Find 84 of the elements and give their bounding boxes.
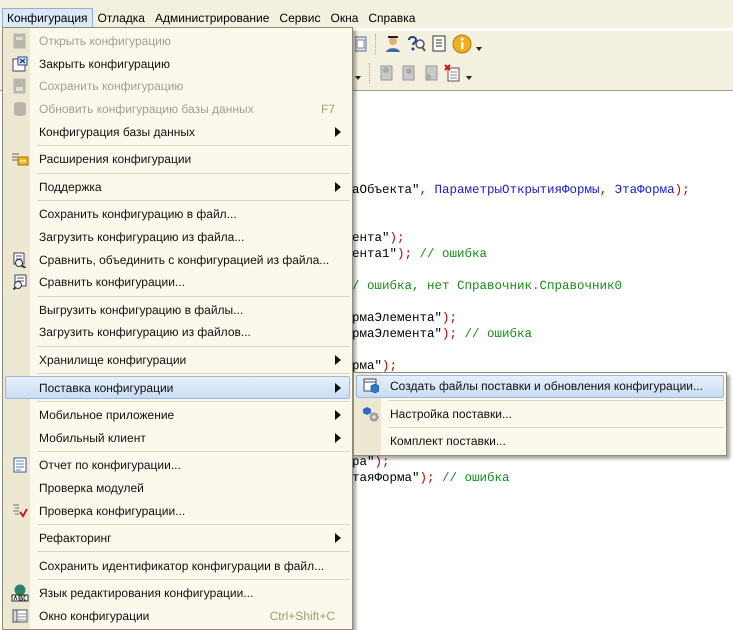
code-token: ента1" <box>352 247 398 261</box>
document-icon <box>12 78 28 94</box>
menu-item[interactable]: Мобильный клиент <box>5 426 350 450</box>
menu-bar-item[interactable]: Окна <box>326 8 364 28</box>
code-token: ); <box>397 247 412 261</box>
report-icon <box>12 457 28 474</box>
menu-item[interactable]: Поставка конфигурации <box>5 376 350 399</box>
menu-item[interactable]: Рефакторинг <box>5 526 350 550</box>
close-window-icon <box>12 56 28 72</box>
document-icon <box>12 33 28 50</box>
compare-files-icon <box>12 252 28 268</box>
code-token: рмаЭлемента" <box>352 311 442 325</box>
globe-abc-icon <box>10 584 28 602</box>
menu-bar-item[interactable]: Сервис <box>274 8 326 28</box>
document-icon[interactable] <box>430 35 448 53</box>
menu-bar-item[interactable]: Справка <box>363 8 420 28</box>
code-token: ЭтаФорма <box>614 183 675 197</box>
code-token: ); <box>674 183 690 197</box>
menu-item[interactable]: Мобильное приложение <box>5 404 350 426</box>
shortcut-label: Ctrl+Shift+C <box>270 608 336 625</box>
extension-icon <box>10 151 28 168</box>
menu-item[interactable]: Загрузить конфигурацию из файла... <box>5 226 350 248</box>
menu-item[interactable]: Окно конфигурации Ctrl+Shift+C <box>5 604 350 628</box>
code-token: аОбъекта" <box>352 183 420 197</box>
menu-bar-item[interactable]: Отладка <box>92 8 150 28</box>
menu-item[interactable]: Загрузить конфигурацию из файлов... <box>5 321 350 344</box>
code-token: // ошибка <box>464 327 532 341</box>
compare-icon <box>12 274 28 290</box>
menu-item[interactable]: Сохранить конфигурацию в файл... <box>5 203 350 226</box>
user-icon[interactable] <box>384 35 402 53</box>
code-token: // ошибка <box>441 471 510 485</box>
menu-item[interactable]: Проверка модулей <box>5 476 350 500</box>
code-token: ); <box>382 359 398 373</box>
code-token: , <box>420 183 428 197</box>
menu-item[interactable]: Закрыть конфигурацию <box>5 52 350 76</box>
menu-item[interactable]: Хранилище конфигурации <box>5 348 350 372</box>
code-token: ПараметрыОткрытияФормы <box>434 183 600 197</box>
code-token: // ошибка <box>418 247 488 261</box>
info-icon[interactable] <box>452 34 472 54</box>
checklist-icon <box>12 502 28 519</box>
submenu-arrow-icon <box>333 182 343 192</box>
code-token: ); <box>390 231 405 245</box>
menu-bar-item[interactable]: Администрирование <box>150 8 274 28</box>
menu-item[interactable]: Язык редактирования конфигурации... <box>5 582 350 605</box>
code-token: / ошибка, нет Справочник.Справочник0 <box>352 279 622 293</box>
menu-item[interactable]: Выгрузить конфигурацию в файлы... <box>5 298 350 322</box>
menu-item[interactable]: Проверка конфигурации... <box>5 499 350 522</box>
help-search-icon[interactable] <box>406 35 426 53</box>
menu-item[interactable]: Настройка поставки... <box>356 402 724 426</box>
database-icon <box>12 101 28 118</box>
menu-item[interactable]: Поддержка <box>5 176 350 198</box>
menu-bar-item[interactable]: Конфигурация <box>2 8 93 28</box>
caret-icon[interactable] <box>466 76 472 80</box>
delete-document-icon[interactable] <box>444 64 462 82</box>
window-icon <box>12 608 28 624</box>
gears-icon <box>362 406 380 422</box>
menu-item[interactable]: Конфигурация базы данных <box>5 120 350 143</box>
menu-item[interactable]: Сравнить, объединить с конфигурацией из файла... <box>5 248 350 271</box>
menu-item[interactable]: Сравнить конфигурации... <box>5 270 350 294</box>
submenu-arrow-icon <box>333 355 343 366</box>
code-token: таяФорма" <box>352 471 420 485</box>
menu-item[interactable]: Расширения конфигурации <box>5 148 350 171</box>
code-token: ); <box>442 327 458 341</box>
caret-icon[interactable] <box>476 47 482 51</box>
code-token: , <box>600 183 608 197</box>
menu-item[interactable]: Создать файлы поставки и обновления конфигурации... <box>356 375 724 398</box>
code-token: рма" <box>352 359 382 373</box>
code-token: рмаЭлемента" <box>352 327 442 341</box>
code-token: ); <box>420 471 435 485</box>
submenu-arrow-icon <box>333 410 343 420</box>
menu-item[interactable]: Сохранить идентификатор конфигурации в файл... <box>5 554 350 578</box>
menu-item[interactable]: Комплект поставки... <box>356 430 724 453</box>
code-token: ра" <box>352 455 375 469</box>
submenu-arrow-icon <box>333 432 343 443</box>
code-token: ); <box>374 455 390 469</box>
box-window-icon <box>362 378 378 394</box>
caret-icon[interactable] <box>355 76 361 80</box>
submenu-arrow-icon <box>333 382 343 393</box>
submenu-arrow-icon <box>333 126 343 137</box>
code-token: ента" <box>352 231 390 245</box>
shortcut-label: F7 <box>320 101 336 118</box>
menu-item[interactable]: Отчет по конфигурации... <box>5 454 350 477</box>
code-token: ); <box>442 311 458 325</box>
submenu-arrow-icon <box>333 533 343 544</box>
